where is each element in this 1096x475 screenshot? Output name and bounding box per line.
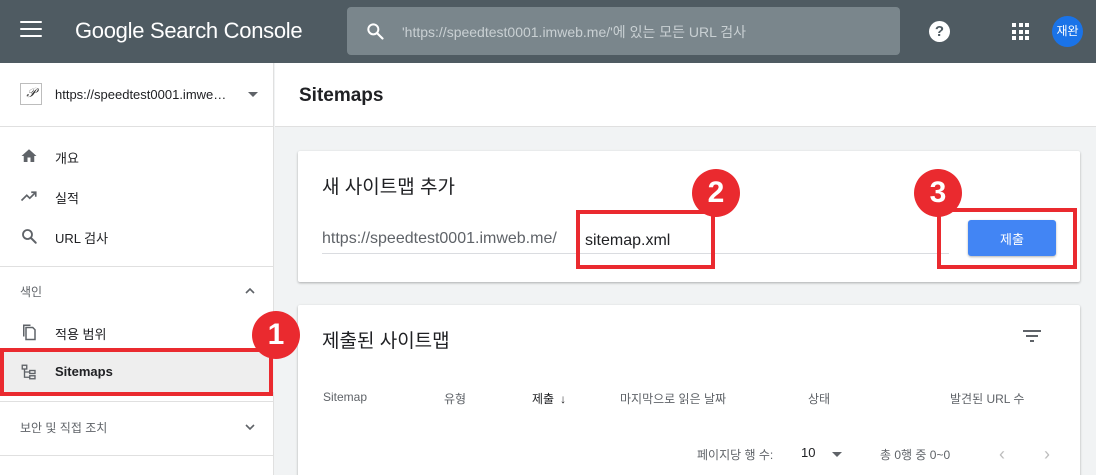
sitemap-url-prefix: https://speedtest0001.imweb.me/: [322, 230, 557, 247]
page-title: Sitemaps: [299, 85, 384, 106]
copy-pages-icon: [23, 324, 36, 341]
property-name: https://speedtest0001.imwe…: [55, 87, 227, 102]
caret-down-icon: [248, 92, 258, 97]
section-label: 보안 및 직접 조치: [20, 421, 108, 435]
top-app-bar: Google Search Console 'https://speedtest…: [0, 0, 1096, 63]
property-logo-icon: 𝒫: [20, 83, 42, 105]
rows-per-page-select[interactable]: 10: [801, 445, 815, 460]
step-badge-2: 2: [692, 169, 740, 217]
section-label: 색인: [20, 285, 43, 299]
sidebar-divider: [0, 266, 274, 267]
search-icon: [367, 23, 384, 40]
sidebar-item-label: URL 검사: [55, 231, 109, 246]
sidebar-divider: [0, 455, 274, 456]
chevron-down-icon: [245, 424, 255, 431]
highlight-box-sitemaps: [0, 348, 273, 396]
trending-up-icon: [20, 191, 37, 202]
help-icon[interactable]: ?: [929, 21, 950, 42]
app-title[interactable]: Google Search Console: [75, 18, 303, 44]
prev-page-icon[interactable]: ‹: [999, 444, 1005, 465]
rows-per-page-label: 페이지당 행 수:: [697, 448, 774, 462]
menu-icon[interactable]: [20, 21, 42, 41]
sidebar-item-coverage[interactable]: 적용 범위: [0, 312, 274, 352]
card-title: 제출된 사이트맵: [322, 331, 450, 352]
sidebar-item-label: 개요: [55, 151, 79, 166]
sidebar-section-security[interactable]: 보안 및 직접 조치: [0, 407, 274, 447]
page-header: Sitemaps: [275, 63, 1096, 127]
step-badge-3: 3: [914, 169, 962, 217]
highlight-box-input: [576, 210, 715, 269]
filter-icon[interactable]: [1022, 328, 1042, 344]
search-placeholder[interactable]: 'https://speedtest0001.imweb.me/'에 있는 모든…: [402, 22, 746, 42]
caret-down-icon[interactable]: [832, 452, 842, 457]
column-header-discovered-urls[interactable]: 발견된 URL 수: [950, 390, 1024, 407]
arrow-down-icon: ↓: [560, 392, 567, 406]
sidebar-item-label: 적용 범위: [55, 327, 107, 342]
search-icon: [22, 229, 37, 244]
step-badge-1: 1: [252, 311, 300, 359]
highlight-box-submit: [937, 208, 1077, 269]
column-header-sitemap[interactable]: Sitemap: [323, 390, 367, 404]
sidebar-item-overview[interactable]: 개요: [0, 136, 274, 176]
column-header-last-read[interactable]: 마지막으로 읽은 날짜: [620, 390, 726, 407]
avatar[interactable]: 재완: [1052, 16, 1083, 47]
next-page-icon[interactable]: ›: [1044, 444, 1050, 465]
sidebar-item-label: 실적: [55, 191, 79, 206]
sidebar: 𝒫 https://speedtest0001.imwe… 개요 실적 URL …: [0, 63, 274, 475]
home-icon: [21, 149, 37, 162]
column-header-status[interactable]: 상태: [808, 390, 830, 407]
sidebar-item-url-inspection[interactable]: URL 검사: [0, 216, 274, 256]
apps-grid-icon[interactable]: [1012, 23, 1029, 40]
column-header-submitted[interactable]: 제출 ↓: [532, 390, 566, 407]
inspect-url-search[interactable]: 'https://speedtest0001.imweb.me/'에 있는 모든…: [347, 7, 900, 55]
sidebar-divider: [0, 401, 274, 402]
sidebar-item-performance[interactable]: 실적: [0, 176, 274, 216]
property-selector[interactable]: 𝒫 https://speedtest0001.imwe…: [0, 63, 274, 127]
pagination-range: 총 0행 중 0~0: [880, 448, 951, 462]
chevron-up-icon: [245, 287, 255, 294]
submitted-sitemaps-card: 제출된 사이트맵 Sitemap 유형 제출 ↓ 마지막으로 읽은 날짜 상태 발…: [298, 305, 1080, 475]
sidebar-section-index[interactable]: 색인: [0, 271, 274, 311]
card-title: 새 사이트맵 추가: [322, 177, 455, 198]
column-header-type[interactable]: 유형: [444, 390, 466, 407]
column-header-label: 제출: [532, 392, 555, 406]
